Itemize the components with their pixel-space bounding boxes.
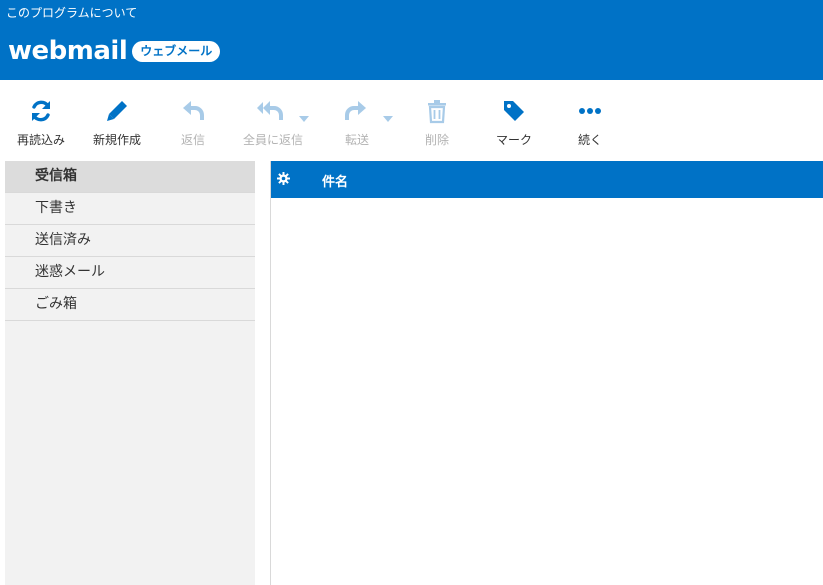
forward-icon bbox=[345, 101, 366, 120]
trash-icon bbox=[428, 100, 446, 124]
more-button[interactable]: 続く bbox=[555, 98, 625, 150]
logo-badge: ウェブメール bbox=[132, 40, 221, 62]
refresh-icon bbox=[32, 100, 50, 122]
reply-all-label: 全員に返信 bbox=[242, 133, 303, 147]
compose-label: 新規作成 bbox=[92, 133, 141, 147]
reply-button[interactable]: 返信 bbox=[158, 98, 228, 150]
message-list-header: 件名 bbox=[271, 161, 823, 198]
reply-all-button[interactable]: 全員に返信 bbox=[238, 98, 309, 150]
mark-label: マーク bbox=[495, 133, 532, 147]
tag-icon bbox=[504, 101, 524, 121]
logo[interactable]: webmail ウェブメール bbox=[8, 35, 221, 67]
toolbar: 再読込み 新規作成 返信 全員に返信 転送 削除 マーク 続く bbox=[0, 80, 823, 160]
folder-junk[interactable]: 迷惑メール bbox=[5, 257, 255, 289]
reply-label: 返信 bbox=[180, 133, 205, 147]
mark-button[interactable]: マーク bbox=[479, 98, 549, 150]
column-subject[interactable]: 件名 bbox=[322, 171, 348, 190]
logo-text: webmail bbox=[8, 36, 128, 66]
pencil-icon bbox=[107, 101, 127, 121]
delete-button[interactable]: 削除 bbox=[402, 98, 472, 150]
reply-all-icon bbox=[257, 101, 283, 120]
gear-icon[interactable] bbox=[277, 172, 290, 185]
folder-drafts[interactable]: 下書き bbox=[5, 193, 255, 225]
refresh-label: 再読込み bbox=[16, 133, 65, 147]
folder-sent[interactable]: 送信済み bbox=[5, 225, 255, 257]
compose-button[interactable]: 新規作成 bbox=[82, 98, 152, 150]
folder-trash[interactable]: ごみ箱 bbox=[5, 289, 255, 321]
message-list: 件名 bbox=[270, 161, 823, 585]
folder-list: 受信箱 下書き 送信済み 迷惑メール ごみ箱 bbox=[5, 161, 255, 585]
chevron-down-icon[interactable] bbox=[299, 115, 309, 123]
more-icon bbox=[579, 108, 601, 114]
forward-button[interactable]: 転送 bbox=[322, 98, 393, 150]
refresh-button[interactable]: 再読込み bbox=[6, 98, 76, 150]
app-header: このプログラムについて webmail ウェブメール bbox=[0, 0, 823, 80]
more-label: 続く bbox=[577, 133, 602, 147]
chevron-down-icon[interactable] bbox=[383, 115, 393, 123]
forward-label: 転送 bbox=[344, 133, 369, 147]
delete-label: 削除 bbox=[424, 133, 449, 147]
folder-inbox[interactable]: 受信箱 bbox=[5, 161, 255, 193]
about-link[interactable]: このプログラムについて bbox=[6, 4, 137, 21]
reply-icon bbox=[183, 101, 204, 120]
